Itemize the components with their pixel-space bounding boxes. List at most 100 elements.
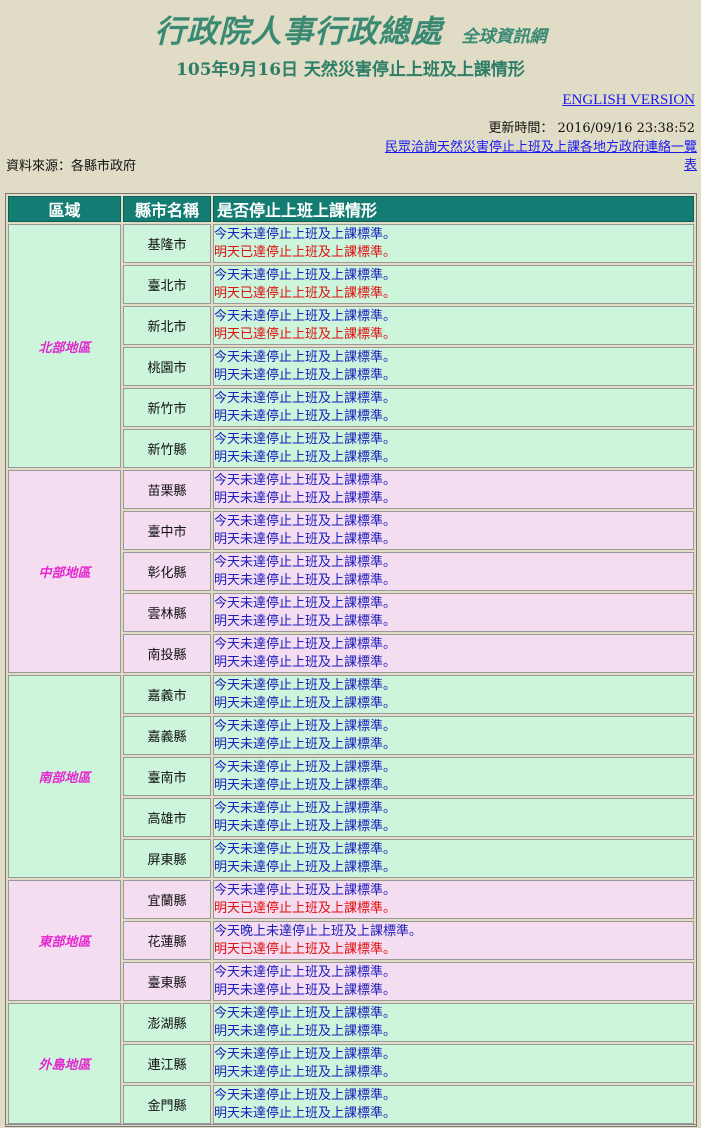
status-cell: 今天未達停止上班及上課標準。 明天未達停止上班及上課標準。 [213, 675, 694, 714]
status-tomorrow: 明天未達停止上班及上課標準。 [214, 572, 397, 588]
status-tomorrow: 明天未達停止上班及上課標準。 [214, 695, 397, 711]
county-name: 高雄市 [123, 798, 211, 837]
status-today: 今天未達停止上班及上課標準。 [214, 595, 397, 611]
column-header-status: 是否停止上班上課情形 [213, 196, 694, 222]
status-today: 今天晚上未達停止上班及上課標準。 [214, 923, 423, 939]
county-name: 臺北市 [123, 265, 211, 304]
region-label: 南部地區 [8, 675, 121, 878]
county-name: 南投縣 [123, 634, 211, 673]
status-cell: 今天未達停止上班及上課標準。 明天未達停止上班及上課標準。 [213, 593, 694, 632]
status-today: 今天未達停止上班及上課標準。 [214, 308, 397, 324]
column-header-county: 縣市名稱 [123, 196, 211, 222]
county-name: 新竹市 [123, 388, 211, 427]
status-today: 今天未達停止上班及上課標準。 [214, 226, 397, 242]
status-cell: 今天未達停止上班及上課標準。 明天未達停止上班及上課標準。 [213, 470, 694, 509]
county-name: 彰化縣 [123, 552, 211, 591]
status-table: 區域 縣市名稱 是否停止上班上課情形 北部地區 基隆市 今天未達停止上班及上課標準。… [5, 193, 697, 1127]
status-cell: 今天未達停止上班及上課標準。 明天已達停止上班及上課標準。 [213, 306, 694, 345]
table-row: 外島地區 澎湖縣 今天未達停止上班及上課標準。 明天未達停止上班及上課標準。 [8, 1003, 694, 1124]
status-tomorrow: 明天已達停止上班及上課標準。 [214, 244, 397, 260]
county-name: 臺東縣 [123, 962, 211, 1001]
county-name: 連江縣 [123, 1044, 211, 1083]
county-name: 花蓮縣 [123, 921, 211, 960]
status-cell: 今天未達停止上班及上課標準。 明天已達停止上班及上課標準。 [213, 224, 694, 263]
status-tomorrow: 明天未達停止上班及上課標準。 [214, 736, 397, 752]
county-name: 桃園市 [123, 347, 211, 386]
status-today: 今天未達停止上班及上課標準。 [214, 964, 397, 980]
status-cell: 今天未達停止上班及上課標準。 明天未達停止上班及上課標準。 [213, 757, 694, 796]
contact-list-link[interactable]: 民眾洽詢天然災害停止上班及上課各地方政府連絡一覽表 [379, 139, 697, 175]
site-title: 行政院人事行政總處 [154, 14, 443, 50]
status-cell: 今天晚上未達停止上班及上課標準。 明天已達停止上班及上課標準。 [213, 921, 694, 960]
status-tomorrow: 明天未達停止上班及上課標準。 [214, 449, 397, 465]
county-name: 屏東縣 [123, 839, 211, 878]
data-source: 資料來源：各縣市政府 [6, 159, 137, 174]
status-today: 今天未達停止上班及上課標準。 [214, 513, 397, 529]
status-tomorrow: 明天已達停止上班及上課標準。 [214, 285, 397, 301]
status-tomorrow: 明天未達停止上班及上課標準。 [214, 490, 397, 506]
status-tomorrow: 明天未達停止上班及上課標準。 [214, 982, 397, 998]
county-name: 基隆市 [123, 224, 211, 263]
status-today: 今天未達停止上班及上課標準。 [214, 1087, 397, 1103]
status-today: 今天未達停止上班及上課標準。 [214, 882, 397, 898]
status-today: 今天未達停止上班及上課標準。 [214, 1005, 397, 1021]
county-name: 苗栗縣 [123, 470, 211, 509]
region-label: 東部地區 [8, 880, 121, 1001]
status-tomorrow: 明天已達停止上班及上課標準。 [214, 900, 397, 916]
status-today: 今天未達停止上班及上課標準。 [214, 554, 397, 570]
county-name: 臺南市 [123, 757, 211, 796]
status-today: 今天未達停止上班及上課標準。 [214, 431, 397, 447]
region-label: 北部地區 [8, 224, 121, 468]
status-today: 今天未達停止上班及上課標準。 [214, 472, 397, 488]
status-today: 今天未達停止上班及上課標準。 [214, 718, 397, 734]
status-today: 今天未達停止上班及上課標準。 [214, 349, 397, 365]
status-today: 今天未達停止上班及上課標準。 [214, 800, 397, 816]
page-title: 105年9月16日 天然災害停止上班及上課情形 [176, 60, 525, 80]
table-bottom-edge [5, 1124, 697, 1128]
county-name: 臺中市 [123, 511, 211, 550]
status-today: 今天未達停止上班及上課標準。 [214, 759, 397, 775]
status-cell: 今天未達停止上班及上課標準。 明天已達停止上班及上課標準。 [213, 880, 694, 919]
status-cell: 今天未達停止上班及上課標準。 明天未達停止上班及上課標準。 [213, 1044, 694, 1083]
status-cell: 今天未達停止上班及上課標準。 明天未達停止上班及上課標準。 [213, 962, 694, 1001]
status-table-body: 北部地區 基隆市 今天未達停止上班及上課標準。 明天已達停止上班及上課標準。 臺北市 今天… [8, 224, 694, 1124]
site-subtitle: 全球資訊網 [461, 27, 547, 47]
region-label: 中部地區 [8, 470, 121, 673]
table-header-row: 區域 縣市名稱 是否停止上班上課情形 [8, 196, 694, 222]
status-tomorrow: 明天未達停止上班及上課標準。 [214, 777, 397, 793]
status-cell: 今天未達停止上班及上課標準。 明天未達停止上班及上課標準。 [213, 429, 694, 468]
status-tomorrow: 明天未達停止上班及上課標準。 [214, 1064, 397, 1080]
county-name: 澎湖縣 [123, 1003, 211, 1042]
county-name: 新北市 [123, 306, 211, 345]
column-header-region: 區域 [8, 196, 121, 222]
status-today: 今天未達停止上班及上課標準。 [214, 390, 397, 406]
status-tomorrow: 明天已達停止上班及上課標準。 [214, 941, 397, 957]
status-cell: 今天未達停止上班及上課標準。 明天未達停止上班及上課標準。 [213, 388, 694, 427]
status-cell: 今天未達停止上班及上課標準。 明天未達停止上班及上課標準。 [213, 798, 694, 837]
table-row: 中部地區 苗栗縣 今天未達停止上班及上課標準。 明天未達停止上班及上課標準。 [8, 470, 694, 673]
status-tomorrow: 明天未達停止上班及上課標準。 [214, 1105, 397, 1121]
status-tomorrow: 明天未達停止上班及上課標準。 [214, 818, 397, 834]
county-name: 金門縣 [123, 1085, 211, 1124]
status-cell: 今天未達停止上班及上課標準。 明天未達停止上班及上課標準。 [213, 716, 694, 755]
status-today: 今天未達停止上班及上課標準。 [214, 841, 397, 857]
status-today: 今天未達停止上班及上課標準。 [214, 677, 397, 693]
table-row: 北部地區 基隆市 今天未達停止上班及上課標準。 明天已達停止上班及上課標準。 [8, 224, 694, 468]
status-cell: 今天未達停止上班及上課標準。 明天未達停止上班及上課標準。 [213, 511, 694, 550]
status-tomorrow: 明天未達停止上班及上課標準。 [214, 859, 397, 875]
english-version-link[interactable]: ENGLISH VERSION [562, 92, 695, 109]
county-name: 新竹縣 [123, 429, 211, 468]
status-tomorrow: 明天未達停止上班及上課標準。 [214, 531, 397, 547]
status-cell: 今天未達停止上班及上課標準。 明天未達停止上班及上課標準。 [213, 552, 694, 591]
update-time: 更新時間： 2016/09/16 23:38:52 [488, 121, 695, 136]
county-name: 嘉義縣 [123, 716, 211, 755]
status-tomorrow: 明天未達停止上班及上課標準。 [214, 1023, 397, 1039]
status-tomorrow: 明天未達停止上班及上課標準。 [214, 654, 397, 670]
county-name: 宜蘭縣 [123, 880, 211, 919]
page: 行政院人事行政總處 全球資訊網 105年9月16日 天然災害停止上班及上課情形 … [0, 0, 701, 1128]
status-cell: 今天未達停止上班及上課標準。 明天未達停止上班及上課標準。 [213, 839, 694, 878]
status-cell: 今天未達停止上班及上課標準。 明天未達停止上班及上課標準。 [213, 1003, 694, 1042]
table-row: 東部地區 宜蘭縣 今天未達停止上班及上課標準。 明天已達停止上班及上課標準。 [8, 880, 694, 1001]
table-row: 南部地區 嘉義市 今天未達停止上班及上課標準。 明天未達停止上班及上課標準。 [8, 675, 694, 878]
status-tomorrow: 明天已達停止上班及上課標準。 [214, 326, 397, 342]
